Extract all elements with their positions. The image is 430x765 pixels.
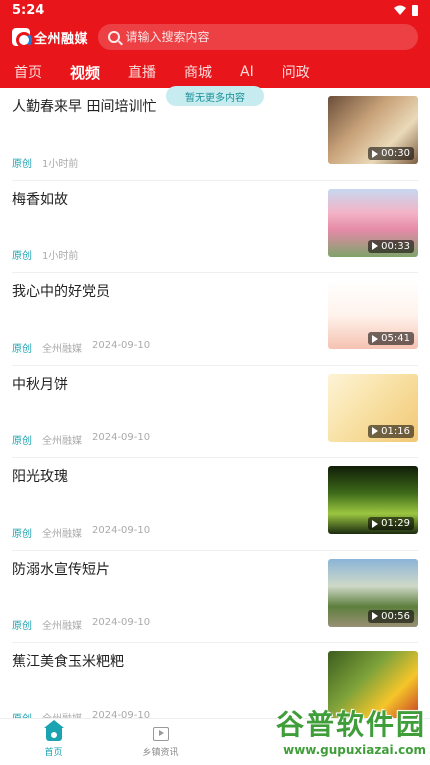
item-time: 2024-09-10 <box>92 339 151 351</box>
item-time: 1小时前 <box>42 158 79 170</box>
duration-badge: 00:33 <box>368 239 414 253</box>
item-tag: 原创 <box>12 621 32 632</box>
item-title: 中秋月饼 <box>12 376 68 393</box>
nav-home[interactable]: 首页 <box>0 719 107 765</box>
item-tag: 原创 <box>12 251 32 262</box>
item-tag: 原创 <box>12 528 32 540</box>
header-row: 全州融媒 <box>0 22 430 52</box>
duration-text: 01:29 <box>381 518 410 529</box>
item-time: 2024-09-10 <box>92 432 151 443</box>
video-thumbnail[interactable]: 00:30 <box>328 96 418 164</box>
search-input[interactable] <box>125 30 408 44</box>
no-more-content-toast: 暂无更多内容 <box>166 86 264 106</box>
duration-badge: 00:56 <box>368 609 414 623</box>
status-icons <box>394 4 418 16</box>
duration-text: 00:30 <box>381 148 410 159</box>
item-meta: 原创 全州融媒 2024-09-10 <box>12 617 150 632</box>
tab-video[interactable]: 视频 <box>70 62 100 83</box>
video-thumbnail[interactable]: 01:29 <box>328 466 418 534</box>
play-icon <box>372 427 379 435</box>
logo-icon <box>12 28 32 48</box>
duration-badge: 01:16 <box>368 424 414 438</box>
item-meta: 原创 1小时前 <box>12 247 78 262</box>
tab-inquiry[interactable]: 问政 <box>282 62 310 82</box>
nav-town-news[interactable]: 乡镇资讯 <box>107 719 214 765</box>
wifi-icon <box>394 5 406 15</box>
item-title: 人勤春来早 田间培训忙 <box>12 99 157 115</box>
video-icon <box>152 726 169 741</box>
item-time: 1小时前 <box>42 251 79 262</box>
duration-badge: 01:29 <box>368 517 414 530</box>
video-thumbnail[interactable]: 01:16 <box>328 373 418 442</box>
duration-text: 01:16 <box>381 425 410 437</box>
tab-live[interactable]: 直播 <box>128 62 156 82</box>
channel-tabs: 首页 视频 直播 商城 AI 问政 <box>0 58 430 86</box>
item-title: 防溺水宣传短片 <box>12 561 110 578</box>
logo-text: 全州融媒 <box>34 31 89 47</box>
item-tag: 原创 <box>12 343 32 355</box>
site-watermark: 谷普软件园 www.gupuxiazai.com <box>236 698 426 762</box>
home-icon <box>43 719 64 741</box>
app-logo[interactable]: 全州融媒 <box>12 28 92 48</box>
tab-home[interactable]: 首页 <box>14 62 42 82</box>
list-item[interactable]: 防溺水宣传短片 原创 全州融媒 2024-09-10 00:56 <box>12 551 418 643</box>
play-icon <box>372 612 379 620</box>
play-icon <box>372 334 379 343</box>
search-bar[interactable] <box>98 24 418 50</box>
search-icon <box>108 31 120 43</box>
item-source: 全州融媒 <box>42 436 82 447</box>
duration-text: 00:56 <box>381 610 410 622</box>
duration-badge: 05:41 <box>368 332 414 345</box>
duration-text: 05:41 <box>381 333 410 344</box>
tab-mall[interactable]: 商城 <box>184 62 212 82</box>
item-meta: 原创 全州融媒 2024-09-10 <box>12 340 150 355</box>
duration-text: 00:33 <box>381 240 410 252</box>
list-item[interactable]: 我心中的好党员 原创 全州融媒 2024-09-10 05:41 <box>12 273 418 366</box>
item-title: 梅香如故 <box>12 191 68 208</box>
item-time: 2024-09-10 <box>92 524 151 536</box>
item-tag: 原创 <box>12 436 32 447</box>
play-icon <box>372 519 379 528</box>
watermark-url: www.gupuxiazai.com <box>283 743 426 757</box>
battery-icon <box>412 4 418 16</box>
item-meta: 原创 1小时前 <box>12 155 78 170</box>
top-bar: 5:24 全州融媒 首页 视频 直播 商城 AI 问政 <box>0 0 430 88</box>
list-item[interactable]: 梅香如故 原创 1小时前 00:33 <box>12 181 418 273</box>
nav-town-news-label: 乡镇资讯 <box>142 747 179 758</box>
item-meta: 原创 全州融媒 2024-09-10 <box>12 525 150 540</box>
item-title: 蕉江美食玉米粑粑 <box>12 654 124 670</box>
item-title: 阳光玫瑰 <box>12 469 68 485</box>
item-meta: 原创 全州融媒 2024-09-10 <box>12 432 150 447</box>
item-tag: 原创 <box>12 158 32 170</box>
status-bar: 5:24 <box>0 0 430 20</box>
duration-badge: 00:30 <box>368 147 414 160</box>
item-time: 2024-09-10 <box>92 617 151 628</box>
play-icon <box>372 242 379 250</box>
status-time: 5:24 <box>12 2 45 18</box>
nav-home-label: 首页 <box>44 747 63 758</box>
item-source: 全州融媒 <box>42 343 82 355</box>
tab-ai[interactable]: AI <box>240 64 254 80</box>
item-source: 全州融媒 <box>42 528 82 540</box>
list-item[interactable]: 阳光玫瑰 原创 全州融媒 2024-09-10 01:29 <box>12 458 418 551</box>
play-icon <box>372 149 379 158</box>
video-thumbnail[interactable]: 00:33 <box>328 188 418 257</box>
list-item[interactable]: 中秋月饼 原创 全州融媒 2024-09-10 01:16 <box>12 366 418 458</box>
video-list: 人勤春来早 田间培训忙 原创 1小时前 00:30 梅香如故 原创 1小时前 0… <box>0 88 430 736</box>
item-source: 全州融媒 <box>42 621 82 632</box>
video-thumbnail[interactable]: 05:41 <box>328 281 418 349</box>
video-thumbnail[interactable]: 00:56 <box>328 558 418 627</box>
watermark-title: 谷普软件园 <box>275 708 426 741</box>
item-title: 我心中的好党员 <box>12 284 110 300</box>
